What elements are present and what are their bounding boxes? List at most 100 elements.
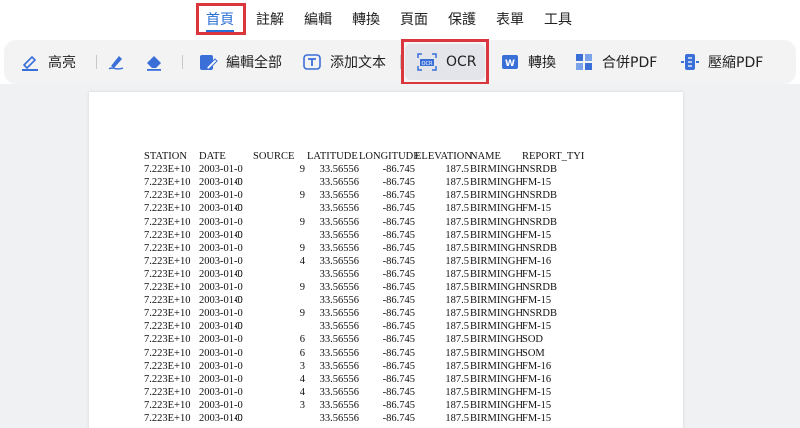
table-cell: 33.56556 <box>319 373 359 385</box>
menu-tools[interactable]: 工具 <box>544 11 572 29</box>
table-cell: 2003-01-0 <box>199 164 243 176</box>
table-cell-clip: BIRMINGHAM <box>470 386 524 399</box>
toolbar-divider <box>182 55 183 69</box>
table-cell-clip: FM-15 <box>522 268 582 281</box>
table-cell-clip: BIRMINGHAM <box>470 347 524 360</box>
table-cell-clip: BIRMINGHAM <box>470 255 524 268</box>
table-cell: 2003-01-0 <box>199 255 243 267</box>
table-cell-clip: 2003-01-0 <box>199 242 253 255</box>
table-cell-clip: -86.745 <box>359 176 415 189</box>
table-cell-clip: 187.5 <box>415 202 469 215</box>
table-cell-clip: 7.223E+10 <box>144 294 199 307</box>
pen-tool-button[interactable] <box>106 51 126 73</box>
table-cell: 6 <box>299 334 305 346</box>
table-cell-clip: 33.56556 <box>307 216 359 229</box>
table-cell-clip: 7.223E+10 <box>144 386 199 399</box>
table-cell-clip: -86.745 <box>359 202 415 215</box>
compress-pdf-button[interactable]: 壓縮PDF <box>680 51 763 73</box>
table-cell-clip: BIRMINGHAM <box>470 163 524 176</box>
table-cell-clip: BIRMINGHAM <box>470 268 524 281</box>
pen-icon <box>108 56 124 70</box>
table-cell-clip: 187.5 <box>415 294 469 307</box>
table-cell-clip: 7.223E+10 <box>144 373 199 386</box>
table-cell-clip: NSRDB <box>522 242 582 255</box>
table-cell-clip: 2003-01-0 <box>199 189 253 202</box>
convert-button[interactable]: W 轉換 <box>500 51 556 73</box>
table-cell: 33.56556 <box>319 399 359 411</box>
table-cell-clip: 9 <box>253 189 305 202</box>
table-cell-clip: SOM <box>522 347 582 360</box>
edit-all-label: 編輯全部 <box>226 55 282 71</box>
table-cell: 3 <box>299 399 305 411</box>
table-cell: FM-16 <box>522 373 552 385</box>
table-cell: FM-15 <box>522 268 552 280</box>
table-cell-clip: 4 <box>253 373 305 386</box>
table-cell-clip: 33.56556 <box>307 294 359 307</box>
table-cell: 187.5 <box>445 413 469 424</box>
table-cell-clip: BIRMINGHAM <box>470 333 524 346</box>
table-cell: 187.5 <box>445 216 469 228</box>
table-cell: 9 <box>299 216 305 228</box>
table-cell: NSRDB <box>522 308 558 320</box>
table-cell-clip: 9 <box>253 242 305 255</box>
menu-protect[interactable]: 保護 <box>448 11 476 29</box>
eraser-button[interactable] <box>144 51 164 73</box>
table-cell-clip: 187.5 <box>415 307 469 320</box>
table-cell-clip: BIRMINGHAM <box>470 281 524 294</box>
table-cell: C <box>235 413 243 424</box>
add-text-button[interactable]: 添加文本 <box>302 51 386 73</box>
table-cell: BIRMINGHAM <box>470 229 524 241</box>
table-cell-clip: 187.5 <box>415 347 469 360</box>
edit-all-button[interactable]: 編輯全部 <box>198 51 282 73</box>
table-header-cell-clip: DATE <box>199 150 257 163</box>
table-cell: C <box>235 268 243 280</box>
menu-form[interactable]: 表單 <box>496 11 524 29</box>
table-cell: 33.56556 <box>319 177 359 189</box>
table-cell-clip: 2003-01-0 <box>199 360 253 373</box>
highlight-button[interactable]: 高亮 <box>20 51 76 73</box>
table-cell-clip: 7.223E+10 <box>144 189 199 202</box>
table-cell: FM-15 <box>522 177 552 189</box>
table-cell-clip: 2003-01-0 <box>199 399 253 412</box>
table-cell-clip: C <box>235 176 255 189</box>
menu-edit[interactable]: 編輯 <box>304 11 332 29</box>
table-cell-clip: 33.56556 <box>307 189 359 202</box>
table-header-cell-clip: NAME <box>470 150 528 163</box>
highlighter-icon <box>22 56 38 71</box>
table-cell: -86.745 <box>382 255 415 267</box>
table-cell: 187.5 <box>445 360 469 372</box>
table-cell-clip: 33.56556 <box>307 268 359 281</box>
table-cell: 7.223E+10 <box>144 177 191 189</box>
table-cell-clip: 4 <box>253 386 305 399</box>
table-cell: 187.5 <box>445 295 469 307</box>
table-cell: 7.223E+10 <box>144 413 191 424</box>
table-header-cell: ELEVATION <box>415 151 472 162</box>
table-cell-clip: 7.223E+10 <box>144 320 199 333</box>
menu-convert[interactable]: 轉換 <box>352 11 380 29</box>
table-cell: -86.745 <box>382 399 415 411</box>
table-cell: FM-15 <box>522 413 552 424</box>
table-header-cell: SOURCE <box>253 151 295 162</box>
table-cell-clip: 33.56556 <box>307 163 359 176</box>
table-cell-clip: -86.745 <box>359 399 415 412</box>
table-cell: 9 <box>299 282 305 293</box>
table-cell-clip: 7.223E+10 <box>144 202 199 215</box>
pdf-page[interactable]: STATION DATE SOURCE LATITUDE LONGITUDE ELEVAT… <box>89 92 683 428</box>
table-cell: -86.745 <box>382 164 415 176</box>
eraser-icon <box>147 56 161 71</box>
table-cell-clip: 7.223E+10 <box>144 268 199 281</box>
table-cell-clip: -86.745 <box>359 255 415 268</box>
menu-page[interactable]: 頁面 <box>400 11 428 29</box>
table-cell: -86.745 <box>382 386 415 398</box>
table-cell: 33.56556 <box>319 334 359 346</box>
table-cell-clip: BIRMINGHAM <box>470 242 524 255</box>
table-cell-clip: 7.223E+10 <box>144 307 199 320</box>
table-cell: 33.56556 <box>319 360 359 372</box>
table-cell-clip: 187.5 <box>415 255 469 268</box>
table-cell-clip: 33.56556 <box>307 242 359 255</box>
table-cell-clip: 187.5 <box>415 320 469 333</box>
merge-pdf-button[interactable]: 合併PDF <box>574 51 657 73</box>
table-cell-clip: 187.5 <box>415 386 469 399</box>
table-cell-clip: BIRMINGHAM <box>470 229 524 242</box>
menu-annotate[interactable]: 註解 <box>256 11 284 29</box>
